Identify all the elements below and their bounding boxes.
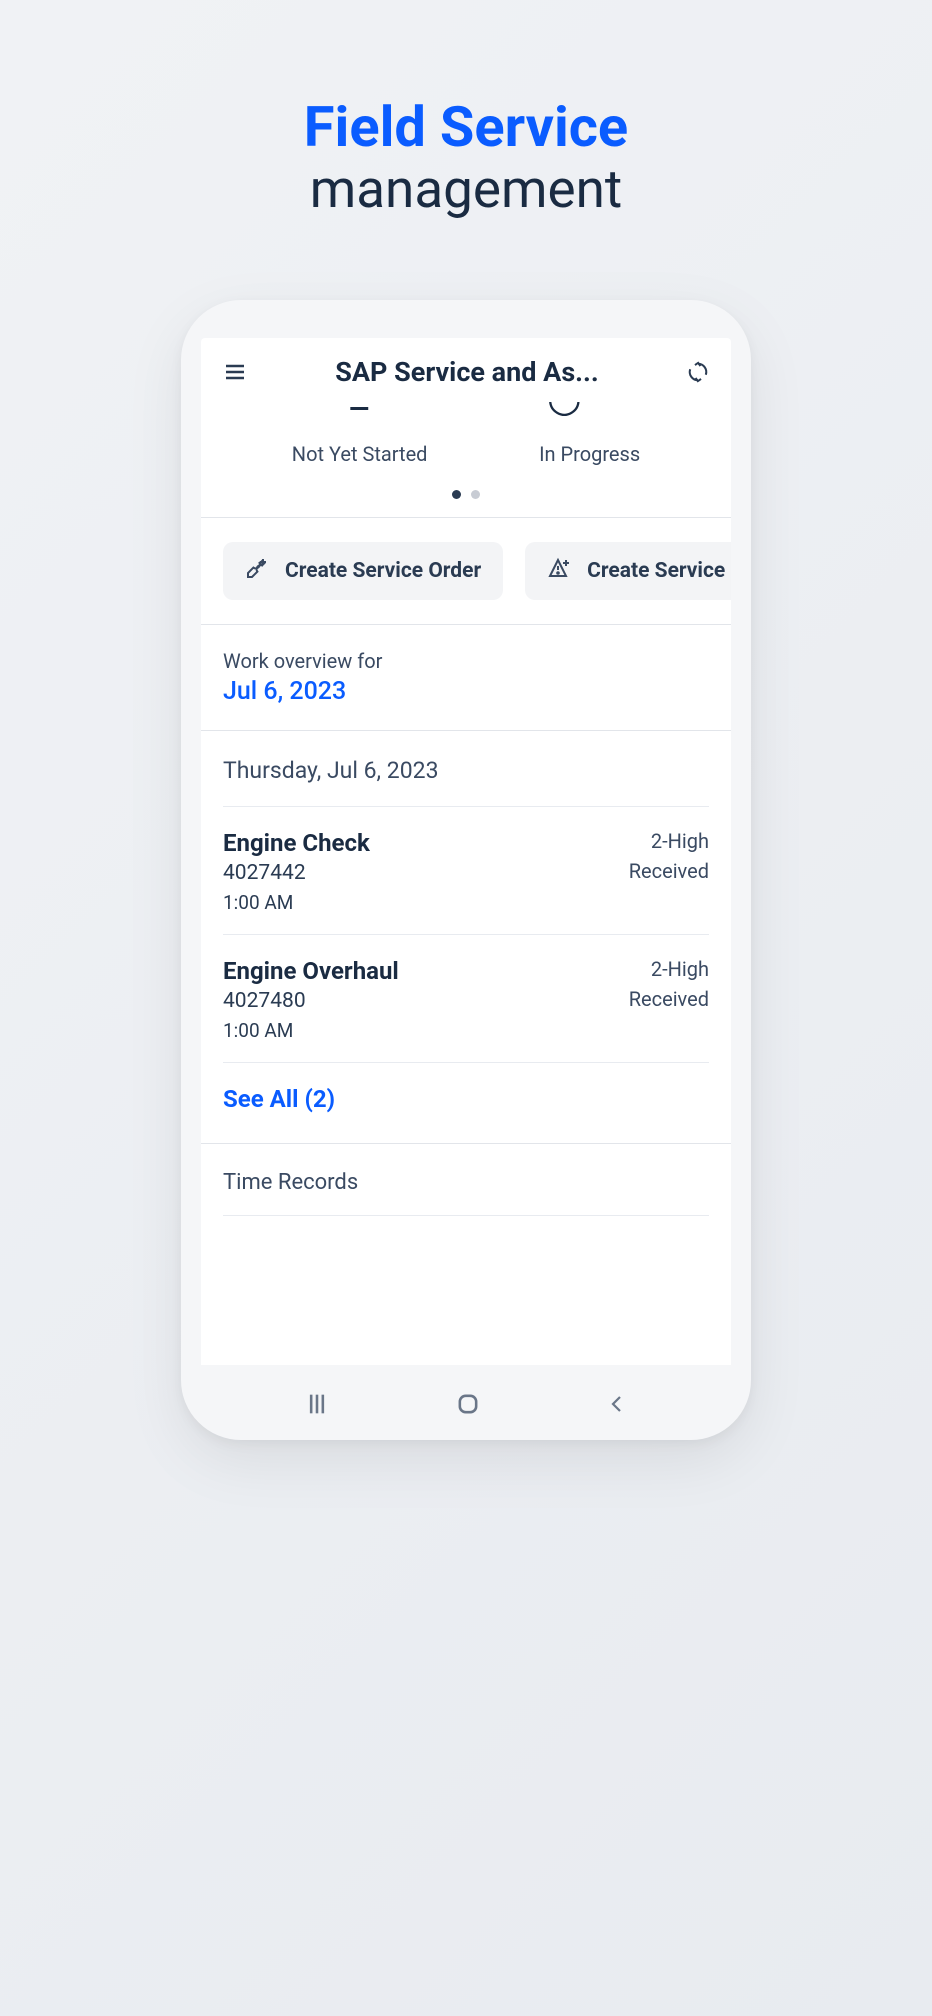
back-button[interactable] xyxy=(605,1392,629,1420)
work-item-id: 4027442 xyxy=(223,861,370,885)
action-row: Create Service Order Create Service xyxy=(201,518,731,624)
create-service-order-button[interactable]: Create Service Order xyxy=(223,542,503,600)
work-item-time: 1:00 AM xyxy=(223,1019,399,1042)
menu-icon[interactable] xyxy=(223,360,247,384)
android-nav-bar xyxy=(181,1390,751,1422)
marketing-title: Field Service management xyxy=(304,95,628,220)
wrench-plus-icon xyxy=(245,556,269,586)
create-service-order-label: Create Service Order xyxy=(285,559,481,583)
work-item-priority: 2-High xyxy=(651,829,709,853)
sync-icon[interactable] xyxy=(687,361,709,383)
recent-apps-button[interactable] xyxy=(303,1390,331,1422)
create-service-notification-label: Create Service xyxy=(587,559,725,583)
marketing-title-line2: management xyxy=(304,159,628,220)
work-overview-section: Work overview for Jul 6, 2023 xyxy=(201,625,731,730)
tab-in-progress[interactable]: In Progress xyxy=(539,442,640,466)
work-overview-label: Work overview for xyxy=(223,649,709,673)
work-item-status: Received xyxy=(629,987,709,1011)
status-counts-truncated: _◡ xyxy=(221,402,711,420)
app-screen: SAP Service and As... _◡ Not Yet Started… xyxy=(201,338,731,1365)
app-title: SAP Service and As... xyxy=(267,356,667,388)
work-item[interactable]: Engine Overhaul 4027480 1:00 AM 2-High R… xyxy=(201,935,731,1062)
work-item-title: Engine Check xyxy=(223,829,370,857)
work-item-title: Engine Overhaul xyxy=(223,957,399,985)
work-item-time: 1:00 AM xyxy=(223,891,370,914)
app-header: SAP Service and As... xyxy=(201,338,731,402)
work-item-status: Received xyxy=(629,859,709,883)
work-item-priority: 2-High xyxy=(651,957,709,981)
warning-plus-icon xyxy=(547,556,571,586)
work-overview-date[interactable]: Jul 6, 2023 xyxy=(223,677,709,706)
marketing-title-line1: Field Service xyxy=(304,95,628,159)
tab-not-started[interactable]: Not Yet Started xyxy=(292,442,428,466)
divider xyxy=(223,1215,709,1216)
day-header: Thursday, Jul 6, 2023 xyxy=(201,731,731,806)
work-list: Engine Check 4027442 1:00 AM 2-High Rece… xyxy=(201,807,731,1063)
carousel-dots xyxy=(221,490,711,499)
create-service-notification-button[interactable]: Create Service xyxy=(525,542,731,600)
phone-frame: SAP Service and As... _◡ Not Yet Started… xyxy=(181,300,751,1440)
carousel-dot-1[interactable] xyxy=(452,490,461,499)
see-all-link[interactable]: See All (2) xyxy=(201,1063,731,1143)
carousel-dot-2[interactable] xyxy=(471,490,480,499)
work-item-id: 4027480 xyxy=(223,989,399,1013)
home-button[interactable] xyxy=(454,1390,482,1422)
status-tabs: _◡ Not Yet Started In Progress xyxy=(201,402,731,517)
time-records-header[interactable]: Time Records xyxy=(201,1144,731,1215)
work-item[interactable]: Engine Check 4027442 1:00 AM 2-High Rece… xyxy=(201,807,731,934)
